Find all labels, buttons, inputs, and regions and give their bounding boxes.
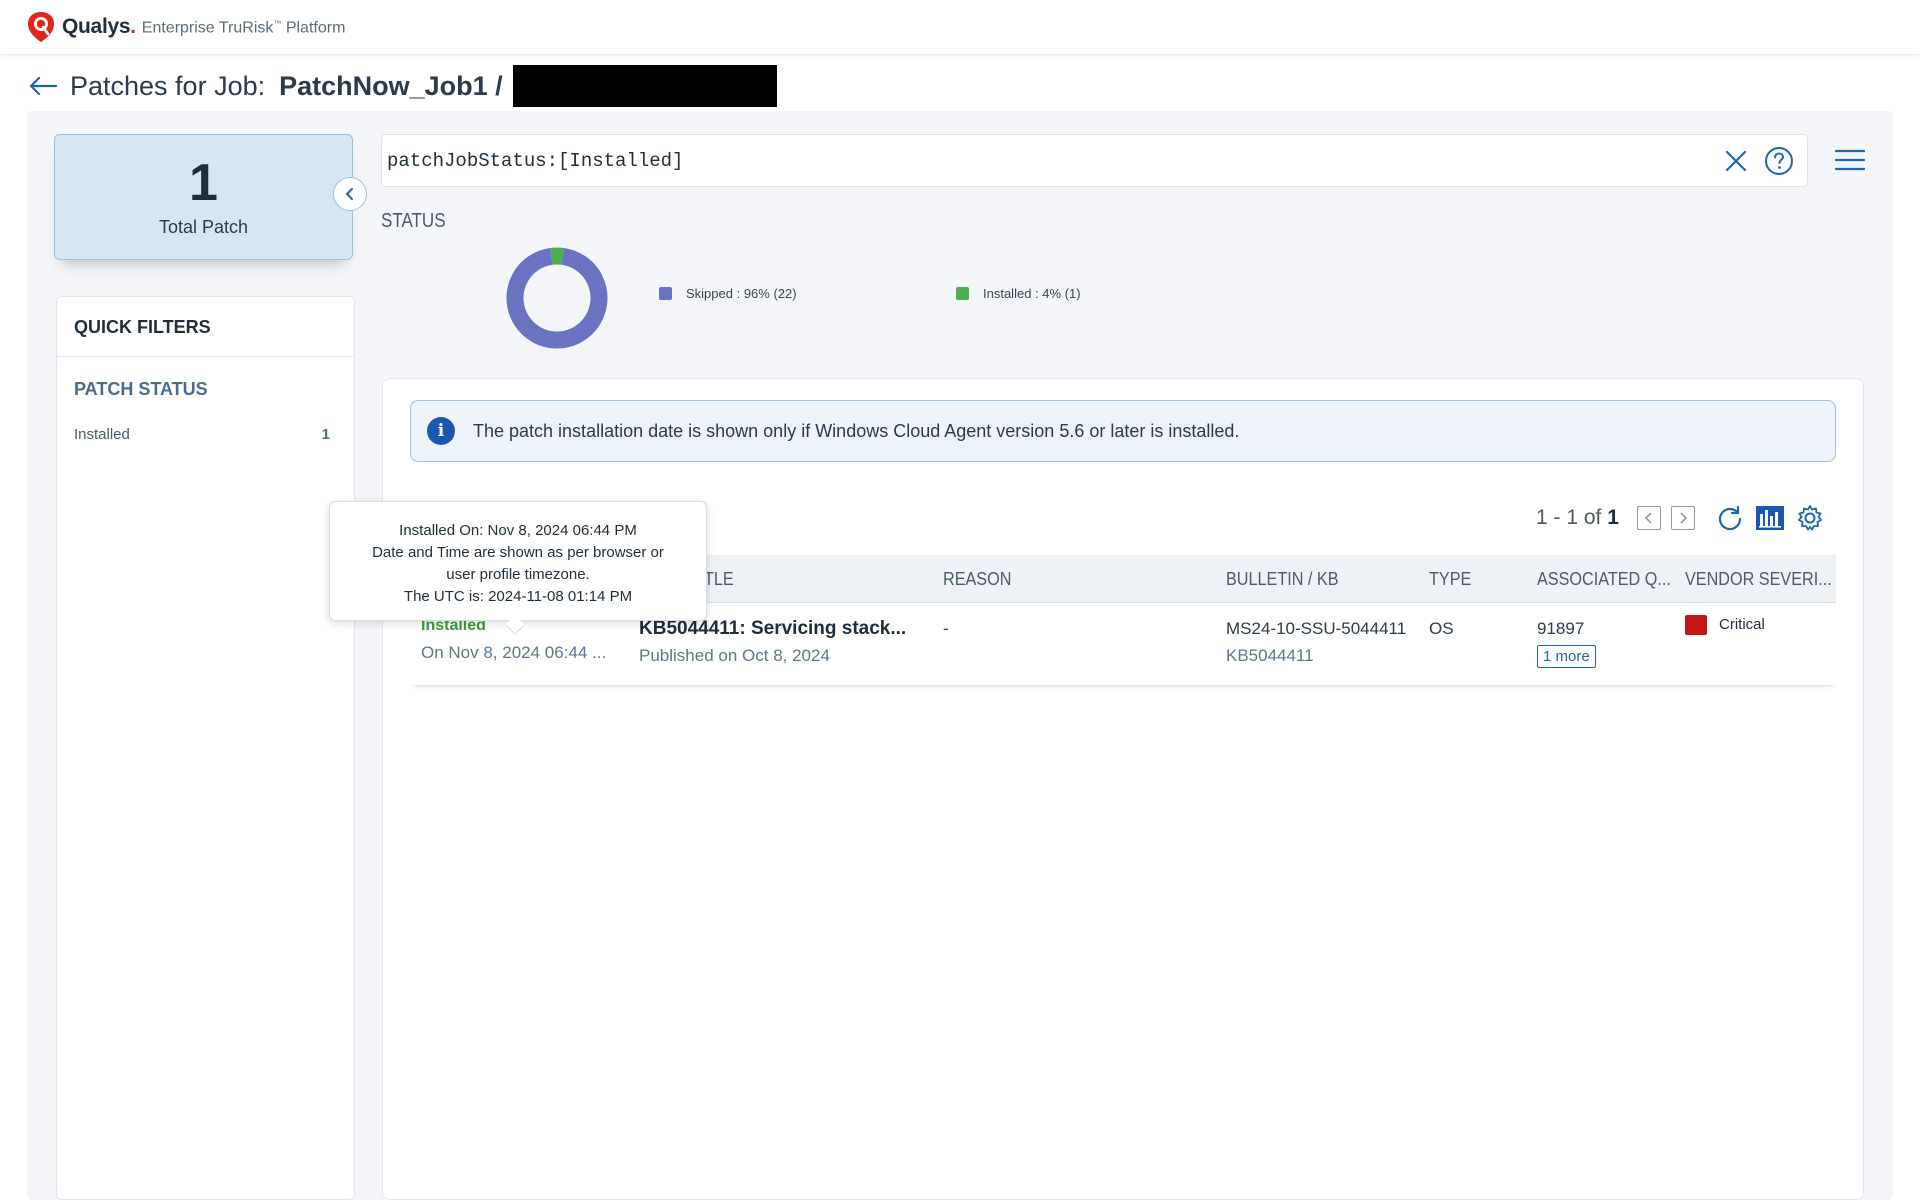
legend-swatch-installed — [956, 287, 969, 300]
menu-button[interactable] — [1834, 147, 1866, 173]
total-patch-label: Total Patch — [158, 217, 249, 237]
help-icon — [1765, 146, 1793, 175]
quick-filters-title: QUICK FILTERS — [57, 297, 354, 357]
pagination-text: 1 - 1 of 1 — [1536, 506, 1619, 529]
row-reason: - — [943, 619, 949, 638]
settings-button[interactable] — [1795, 503, 1825, 533]
legend-swatch-skipped — [659, 287, 672, 300]
legend-item-skipped[interactable]: Skipped : 96% (22) — [659, 286, 797, 301]
job-name: PatchNow_Job1 / — [279, 70, 503, 101]
close-icon — [1725, 150, 1747, 171]
row-associated-qids: 91897 1 more — [1537, 619, 1596, 668]
row-vendor-severity: Critical — [1685, 615, 1765, 635]
collapse-panel-button[interactable] — [333, 177, 367, 211]
column-header-bulletin-kb[interactable]: BULLETIN / KB — [1226, 569, 1339, 590]
gear-icon — [1798, 505, 1822, 531]
row-kb: KB5044411 — [1226, 646, 1314, 665]
page-header: Patches for Job: PatchNow_Job1 / — [28, 64, 777, 108]
filter-item-count: 1 — [321, 426, 330, 443]
chart-view-button[interactable] — [1755, 503, 1785, 533]
legend-label-skipped: Skipped : 96% (22) — [686, 286, 797, 301]
chevron-left-icon — [346, 188, 353, 200]
column-header-type[interactable]: TYPE — [1429, 569, 1471, 590]
search-bar — [381, 134, 1808, 187]
brand-name: Qualys. — [62, 15, 136, 38]
filter-item-installed[interactable]: Installed 1 — [57, 426, 354, 443]
row-type: OS — [1429, 619, 1454, 638]
status-chart-label: STATUS — [381, 210, 446, 232]
search-input[interactable] — [387, 149, 1721, 172]
product-name: Enterprise TruRisk™ Platform — [141, 19, 346, 37]
tooltip-line: user profile timezone. — [446, 566, 590, 583]
more-qids-button[interactable]: 1 more — [1537, 645, 1596, 668]
total-patch-card[interactable]: 1 Total Patch — [54, 134, 353, 260]
page-title: Patches for Job: — [70, 70, 266, 101]
column-header-vendor-severity[interactable]: VENDOR SEVERI... — [1685, 569, 1832, 590]
tooltip-line: The UTC is: 2024-11-08 01:14 PM — [403, 588, 633, 605]
pagination: 1 - 1 of 1 — [1536, 500, 1825, 536]
hamburger-menu-icon — [1835, 149, 1865, 171]
column-header-reason[interactable]: REASON — [943, 569, 1011, 590]
refresh-button[interactable] — [1715, 503, 1745, 533]
row-title-link[interactable]: KB5044411: Servicing stack... — [639, 618, 906, 640]
legend-label-installed: Installed : 4% (1) — [983, 286, 1081, 301]
status-donut-chart[interactable] — [505, 246, 609, 350]
total-patch-count: 1 — [189, 154, 218, 212]
clear-search-button[interactable] — [1721, 146, 1751, 176]
top-bar: Qualys. Enterprise TruRisk™ Platform — [0, 0, 1920, 54]
installed-on-tooltip: Installed On: Nov 8, 2024 06:44 PM Date … — [329, 501, 707, 621]
back-arrow-icon[interactable] — [28, 75, 58, 97]
previous-page-button[interactable] — [1636, 506, 1661, 530]
tooltip-line: Installed On: Nov 8, 2024 06:44 PM — [399, 522, 637, 539]
patch-status-section-title: PATCH STATUS — [74, 379, 208, 399]
info-banner-text: The patch installation date is shown onl… — [473, 420, 1240, 441]
column-header-title[interactable]: TLE — [704, 569, 734, 590]
donut-slice-skipped[interactable] — [506, 247, 608, 349]
filter-item-label: Installed — [74, 426, 130, 443]
legend-item-installed[interactable]: Installed : 4% (1) — [956, 286, 1081, 301]
redacted-block — [512, 65, 777, 107]
severity-label: Critical — [1719, 615, 1765, 633]
info-icon: i — [427, 417, 455, 445]
tooltip-line: Date and Time are shown as per browser o… — [372, 544, 664, 561]
bar-chart-icon — [1755, 506, 1784, 530]
info-banner: i The patch installation date is shown o… — [410, 400, 1836, 462]
refresh-icon — [1718, 505, 1742, 531]
row-published-date: Published on Oct 8, 2024 — [639, 646, 830, 665]
column-header-associated-qids[interactable]: ASSOCIATED Q... — [1537, 569, 1671, 590]
qualys-logo-icon[interactable] — [26, 11, 56, 43]
search-help-button[interactable] — [1763, 145, 1795, 177]
severity-swatch — [1685, 615, 1707, 635]
next-page-button[interactable] — [1670, 506, 1695, 530]
row-bulletin: MS24-10-SSU-5044411 — [1226, 619, 1407, 638]
row-qid[interactable]: 91897 — [1537, 619, 1596, 639]
chevron-left-icon — [1644, 512, 1652, 524]
quick-filters-panel: QUICK FILTERS PATCH STATUS Installed 1 — [56, 296, 355, 1200]
chevron-right-icon — [1680, 512, 1688, 524]
row-installed-on[interactable]: On Nov 8, 2024 06:44 ... — [421, 643, 606, 663]
